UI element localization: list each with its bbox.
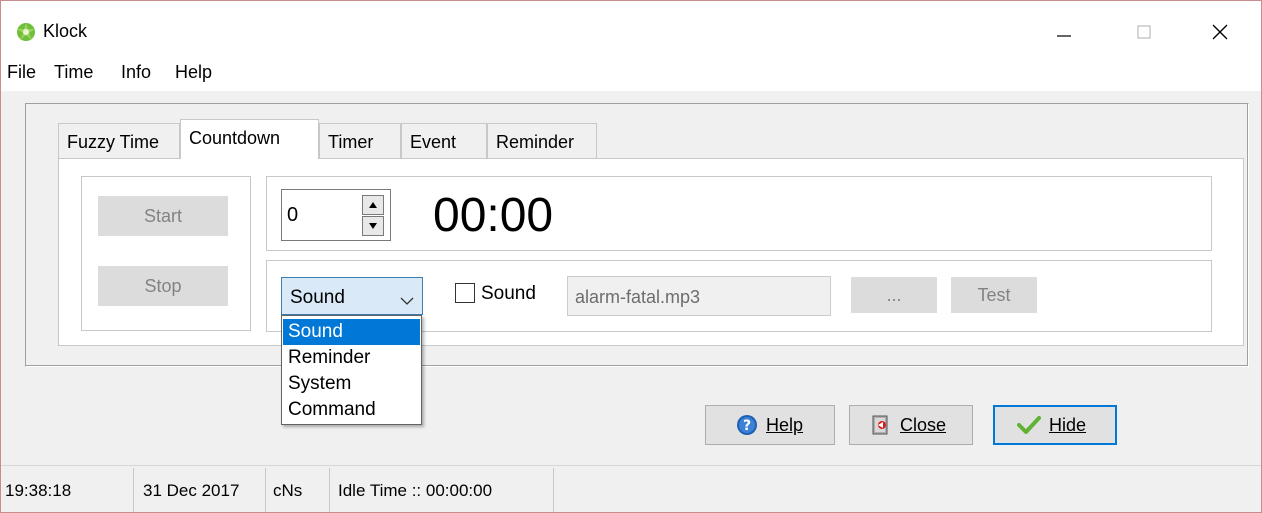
tab-fuzzy-time[interactable]: Fuzzy Time: [58, 123, 180, 158]
action-type-value: Sound: [290, 287, 345, 308]
close-label: Close: [900, 414, 947, 435]
hide-label: Hide: [1049, 414, 1087, 435]
help-label: Help: [766, 414, 804, 435]
arrow-up-icon: [369, 202, 377, 208]
spin-down-button[interactable]: [362, 216, 384, 236]
action-type-dropdown: Sound Reminder System Command: [281, 315, 422, 425]
option-sound[interactable]: Sound: [283, 319, 420, 345]
status-time: 19:38:18: [5, 481, 72, 500]
countdown-display: 00:00: [433, 189, 554, 242]
action-type-select[interactable]: Sound: [281, 277, 423, 315]
tab-timer[interactable]: Timer: [319, 123, 401, 158]
maximize-button[interactable]: [1121, 9, 1167, 55]
clock-leaf-icon: [15, 21, 37, 43]
close-window-button[interactable]: [1197, 9, 1243, 55]
sound-checkbox[interactable]: [455, 283, 475, 303]
arrow-down-icon: [369, 223, 377, 229]
menu-file[interactable]: File: [7, 62, 36, 83]
status-divider: [133, 468, 134, 512]
test-button[interactable]: Test: [951, 277, 1037, 313]
status-divider: [265, 468, 266, 512]
menu-time[interactable]: Time: [54, 62, 93, 83]
klock-window: Klock File Time Info Help Fuzzy Time Cou…: [0, 0, 1262, 513]
svg-text:?: ?: [743, 418, 751, 434]
hide-button[interactable]: Hide: [993, 405, 1117, 445]
sound-file-field[interactable]: alarm-fatal.mp3: [567, 276, 831, 316]
chevron-down-icon: [400, 290, 414, 311]
minutes-value: 0: [287, 204, 299, 226]
minimize-button[interactable]: [1041, 9, 1087, 55]
window-title: Klock: [43, 21, 88, 41]
menu-info[interactable]: Info: [121, 62, 151, 83]
close-icon: [1212, 24, 1228, 40]
time-group: [266, 176, 1212, 251]
tab-countdown[interactable]: Countdown: [180, 119, 319, 159]
option-reminder[interactable]: Reminder: [283, 345, 420, 371]
status-flags: cNs: [273, 481, 303, 500]
sound-checkbox-label[interactable]: Sound: [481, 283, 536, 305]
option-command[interactable]: Command: [283, 397, 420, 423]
stop-button[interactable]: Stop: [98, 266, 228, 306]
status-date: 31 Dec 2017: [143, 481, 240, 500]
status-idle-time: Idle Time :: 00:00:00: [338, 481, 493, 500]
tab-reminder[interactable]: Reminder: [487, 123, 597, 158]
spin-up-button[interactable]: [362, 195, 384, 215]
status-bar: 19:38:18 31 Dec 2017 cNs Idle Time :: 00…: [1, 465, 1261, 512]
minutes-spinner[interactable]: 0: [281, 189, 391, 241]
status-divider: [329, 468, 330, 512]
exit-door-icon: [870, 414, 892, 436]
status-divider: [553, 468, 554, 512]
close-button[interactable]: Close: [849, 405, 973, 445]
tab-event[interactable]: Event: [401, 123, 487, 158]
checkmark-icon: [1017, 415, 1041, 435]
help-icon: ?: [736, 414, 758, 436]
start-button[interactable]: Start: [98, 196, 228, 236]
browse-button[interactable]: ...: [851, 277, 937, 313]
help-button[interactable]: ? Help: [705, 405, 835, 445]
option-system[interactable]: System: [283, 371, 420, 397]
menu-bar: File Time Info Help: [1, 51, 1261, 91]
title-bar[interactable]: Klock: [1, 1, 1261, 51]
menu-help[interactable]: Help: [175, 62, 212, 83]
